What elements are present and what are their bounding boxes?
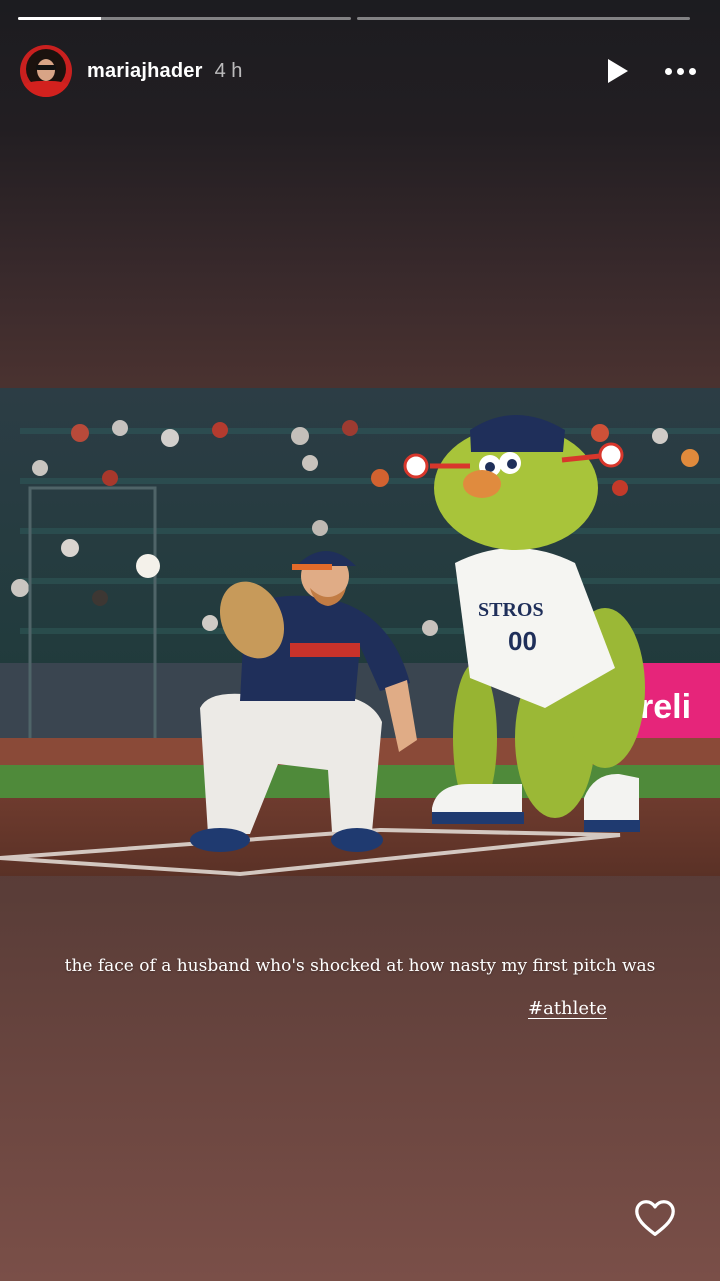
baseball-scene: reli STROS 00 (0, 388, 720, 876)
story-photo: reli STROS 00 (0, 388, 720, 876)
jersey-text: STROS (478, 599, 544, 621)
heart-outline-icon (635, 1200, 675, 1236)
play-button[interactable] (596, 51, 636, 91)
more-horizontal-icon (664, 67, 696, 75)
timestamp: 4 h (214, 59, 243, 82)
play-icon (608, 59, 628, 83)
banner-text: reli (640, 688, 691, 726)
hashtag-link[interactable]: #athlete (528, 998, 607, 1019)
jersey-number: 00 (508, 626, 537, 656)
username[interactable]: mariajhader (87, 60, 203, 83)
avatar[interactable] (20, 45, 72, 97)
like-button[interactable] (632, 1195, 678, 1241)
story-header: mariajhader 4 h (20, 42, 700, 100)
progress-segment-1 (18, 17, 351, 20)
story-progress-bar (18, 17, 690, 20)
more-options-button[interactable] (660, 51, 700, 91)
progress-segment-2 (357, 17, 690, 20)
story-caption: the face of a husband who's shocked at h… (64, 956, 656, 976)
